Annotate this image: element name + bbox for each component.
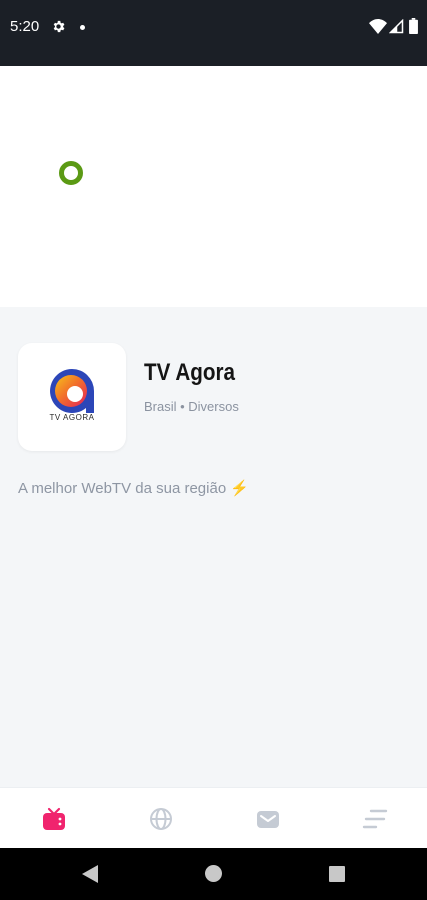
menu-icon [362, 809, 387, 828]
nav-tab-explore[interactable] [107, 788, 214, 849]
mail-icon [256, 810, 279, 828]
nav-tab-tv[interactable] [0, 788, 107, 849]
channel-info: TV AGORA TV Agora Brasil • Diversos A me… [0, 307, 427, 787]
home-button[interactable] [205, 865, 222, 882]
back-icon[interactable] [82, 865, 98, 883]
signal-icon [389, 19, 404, 34]
channel-name: TV Agora [144, 359, 235, 386]
globe-icon [149, 807, 172, 830]
recents-button[interactable] [329, 866, 345, 882]
wifi-icon [369, 19, 387, 34]
battery-icon [409, 18, 418, 34]
channel-meta: Brasil • Diversos [144, 399, 239, 414]
channel-description: A melhor WebTV da sua região ⚡ [18, 480, 250, 497]
nav-tab-messages[interactable] [214, 788, 321, 849]
bottom-navigation [0, 787, 427, 848]
nav-tab-menu[interactable] [321, 788, 427, 849]
channel-logo: TV AGORA [18, 343, 126, 451]
tv-icon [42, 807, 65, 830]
notification-dot [80, 25, 85, 30]
loading-spinner [59, 161, 83, 185]
system-navigation-bar [0, 848, 427, 900]
video-player[interactable] [0, 66, 427, 307]
status-time: 5:20 [10, 18, 40, 35]
status-bar: 5:20 [0, 0, 427, 66]
gear-icon [53, 20, 65, 33]
logo-wordmark: TV AGORA [49, 413, 95, 422]
